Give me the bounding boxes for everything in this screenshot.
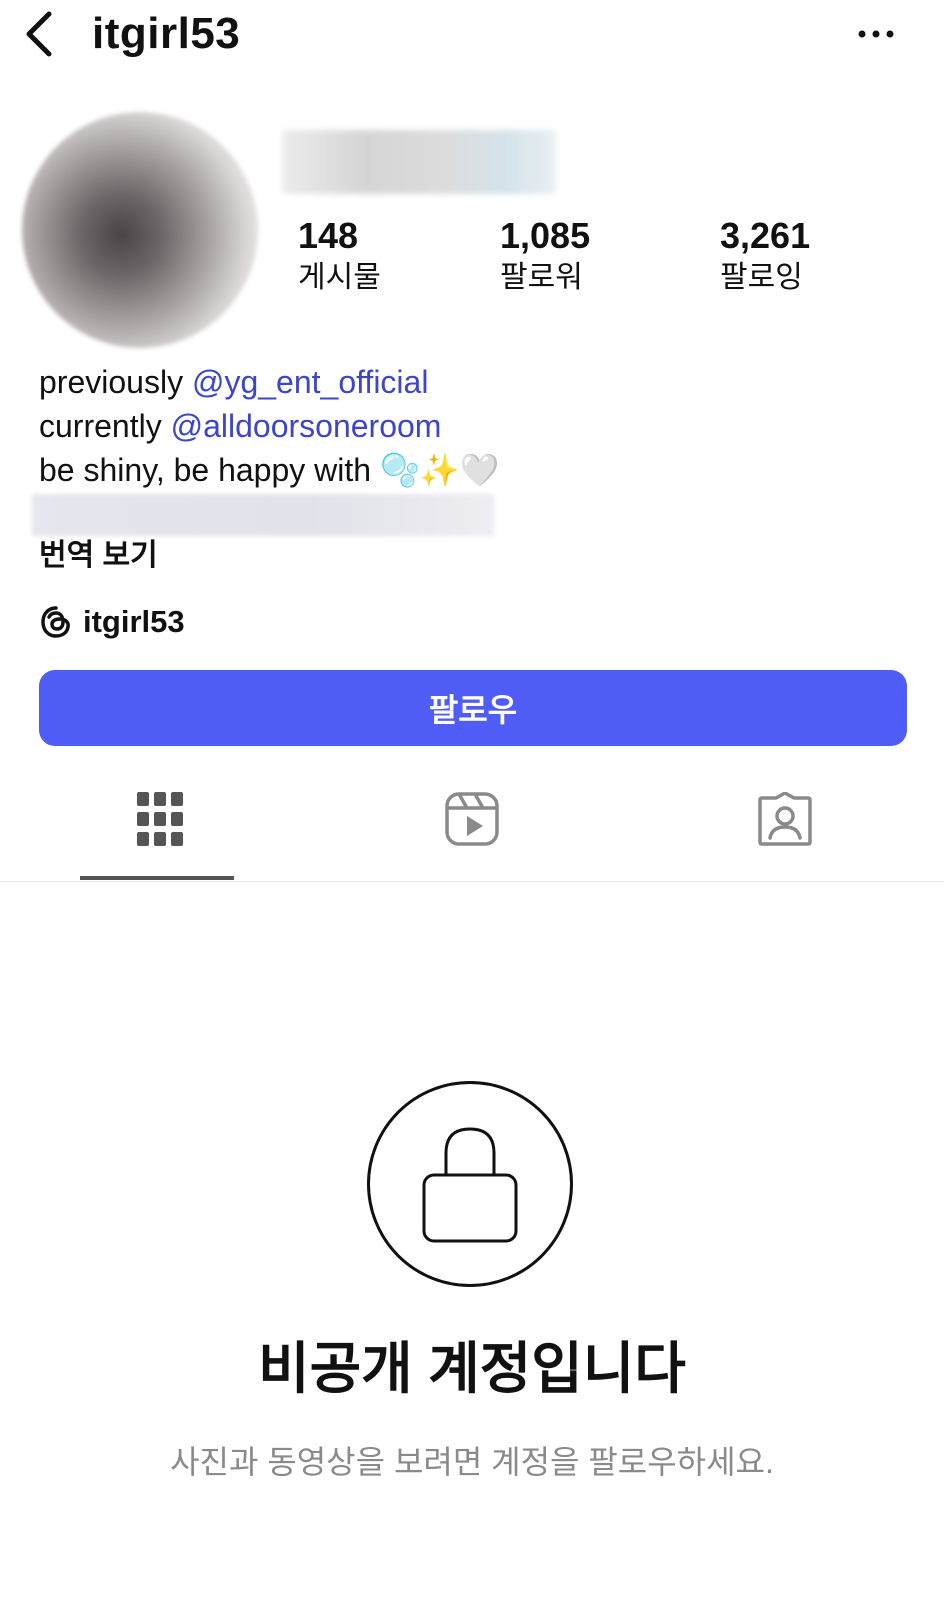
follow-button[interactable]: 팔로우 bbox=[39, 670, 907, 746]
active-tab-indicator bbox=[80, 876, 234, 880]
tab-reels[interactable] bbox=[317, 792, 627, 882]
tab-tagged[interactable] bbox=[630, 792, 940, 882]
posts-count: 148 bbox=[298, 215, 359, 256]
private-account-title: 비공개 계정입니다 bbox=[258, 1337, 686, 1400]
stat-posts: 148 게시물 bbox=[298, 216, 478, 298]
following-label: 팔로잉 bbox=[720, 261, 803, 294]
threads-icon bbox=[41, 606, 70, 638]
more-options-button[interactable] bbox=[852, 14, 900, 54]
threads-username: itgirl53 bbox=[83, 604, 185, 639]
bio-text: be shiny, be happy with bbox=[39, 452, 380, 488]
threads-link[interactable]: itgirl53 bbox=[39, 600, 185, 644]
page-title: itgirl53 bbox=[92, 9, 241, 58]
tagged-icon bbox=[758, 792, 812, 846]
mention-link[interactable]: @yg_ent_official bbox=[192, 364, 428, 400]
bio-line-redacted bbox=[32, 494, 494, 536]
tab-posts-grid[interactable] bbox=[5, 792, 315, 882]
more-horizontal-icon bbox=[858, 30, 894, 38]
display-name-redacted bbox=[282, 130, 556, 194]
reels-icon bbox=[445, 792, 499, 846]
bio-emoji: 🫧✨🤍 bbox=[379, 452, 500, 488]
bio-line: currently @alldoorsoneroom bbox=[39, 406, 441, 446]
grid-icon bbox=[137, 792, 183, 846]
mention-link[interactable]: @alldoorsoneroom bbox=[171, 408, 442, 444]
following-count: 3,261 bbox=[720, 215, 811, 256]
divider bbox=[0, 881, 944, 882]
followers-label: 팔로워 bbox=[500, 261, 583, 294]
posts-label: 게시물 bbox=[298, 261, 381, 294]
bio-text: previously bbox=[39, 364, 192, 400]
bio-line: previously @yg_ent_official bbox=[39, 362, 428, 402]
bio-text: currently bbox=[39, 408, 171, 444]
profile-avatar[interactable] bbox=[22, 112, 258, 348]
lock-badge bbox=[367, 1081, 573, 1287]
back-button[interactable] bbox=[14, 6, 62, 62]
private-account-subtitle: 사진과 동영상을 보려면 계정을 팔로우하세요. bbox=[170, 1444, 774, 1480]
stat-followers[interactable]: 1,085 팔로워 bbox=[500, 216, 680, 298]
see-translation-link[interactable]: 번역 보기 bbox=[39, 536, 158, 576]
followers-count: 1,085 bbox=[500, 215, 591, 256]
lock-icon bbox=[422, 1127, 518, 1243]
stat-following[interactable]: 3,261 팔로잉 bbox=[720, 216, 900, 298]
chevron-left-icon bbox=[26, 11, 52, 57]
bio-line: be shiny, be happy with 🫧✨🤍 bbox=[39, 450, 499, 490]
